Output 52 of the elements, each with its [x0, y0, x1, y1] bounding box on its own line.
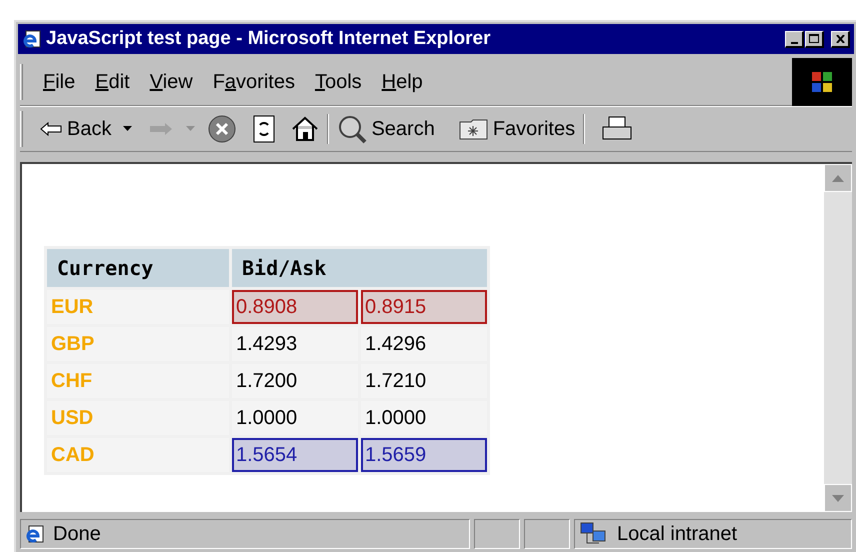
menu-item[interactable]: View [146, 66, 197, 96]
zone-text: Local intranet [617, 522, 738, 547]
status-text: Done [53, 522, 101, 547]
currency-cell: EUR [47, 290, 229, 324]
down-arrow-icon [832, 494, 844, 502]
currency-cell: GBP [47, 327, 229, 361]
ask-cell: 1.4296 [361, 327, 487, 361]
bid-cell: 1.4293 [232, 327, 358, 361]
flag-logo-icon [809, 70, 835, 94]
search-button[interactable]: Search [337, 114, 435, 144]
up-arrow-icon [832, 174, 844, 182]
bid-cell: 1.5654 [232, 438, 358, 472]
column-header: Currency [47, 249, 229, 287]
bid-cell: 0.8908 [232, 290, 358, 324]
maximize-icon [809, 34, 819, 43]
currency-cell: CHF [47, 364, 229, 398]
bid-cell: 1.7200 [232, 364, 358, 398]
maximize-button[interactable] [805, 30, 824, 48]
close-button[interactable] [831, 30, 850, 48]
browser-icon [22, 29, 42, 49]
page-icon [25, 524, 45, 544]
menu-item[interactable]: Edit [91, 66, 134, 96]
ask-cell: 1.7210 [361, 364, 487, 398]
folder-star-icon [458, 117, 489, 141]
minimize-button[interactable] [785, 30, 804, 48]
ask-cell: 1.5659 [361, 438, 487, 472]
menu-item[interactable]: Help [378, 66, 427, 96]
bid-cell: 1.0000 [232, 401, 358, 435]
ask-cell: 1.0000 [361, 401, 487, 435]
menu-item[interactable]: File [39, 66, 80, 96]
back-button[interactable]: Back [39, 114, 112, 144]
favorites-button[interactable]: Favorites [458, 114, 576, 144]
refresh-icon[interactable] [253, 115, 276, 143]
home-icon[interactable] [291, 116, 320, 142]
status-pane [474, 519, 520, 549]
stop-icon[interactable] [207, 114, 238, 144]
menu-item[interactable]: Tools [310, 66, 366, 96]
currency-cell: CAD [47, 438, 229, 472]
menu-item[interactable]: Favorites [208, 66, 299, 96]
back-arrow-icon [39, 121, 63, 137]
minimize-icon [790, 42, 798, 44]
scrollbar[interactable] [824, 164, 852, 512]
ask-cell: 0.8915 [361, 290, 487, 324]
currency-cell: USD [47, 401, 229, 435]
scroll-up-button[interactable] [824, 164, 852, 192]
close-icon [836, 34, 844, 42]
scroll-down-button[interactable] [824, 484, 852, 512]
column-header: Bid/Ask [232, 249, 487, 287]
search-icon [337, 114, 368, 144]
window-title: JavaScript test page - Microsoft Internet Explorer [46, 26, 492, 51]
status-pane [524, 519, 570, 549]
dropdown-caret-icon[interactable] [123, 126, 132, 132]
